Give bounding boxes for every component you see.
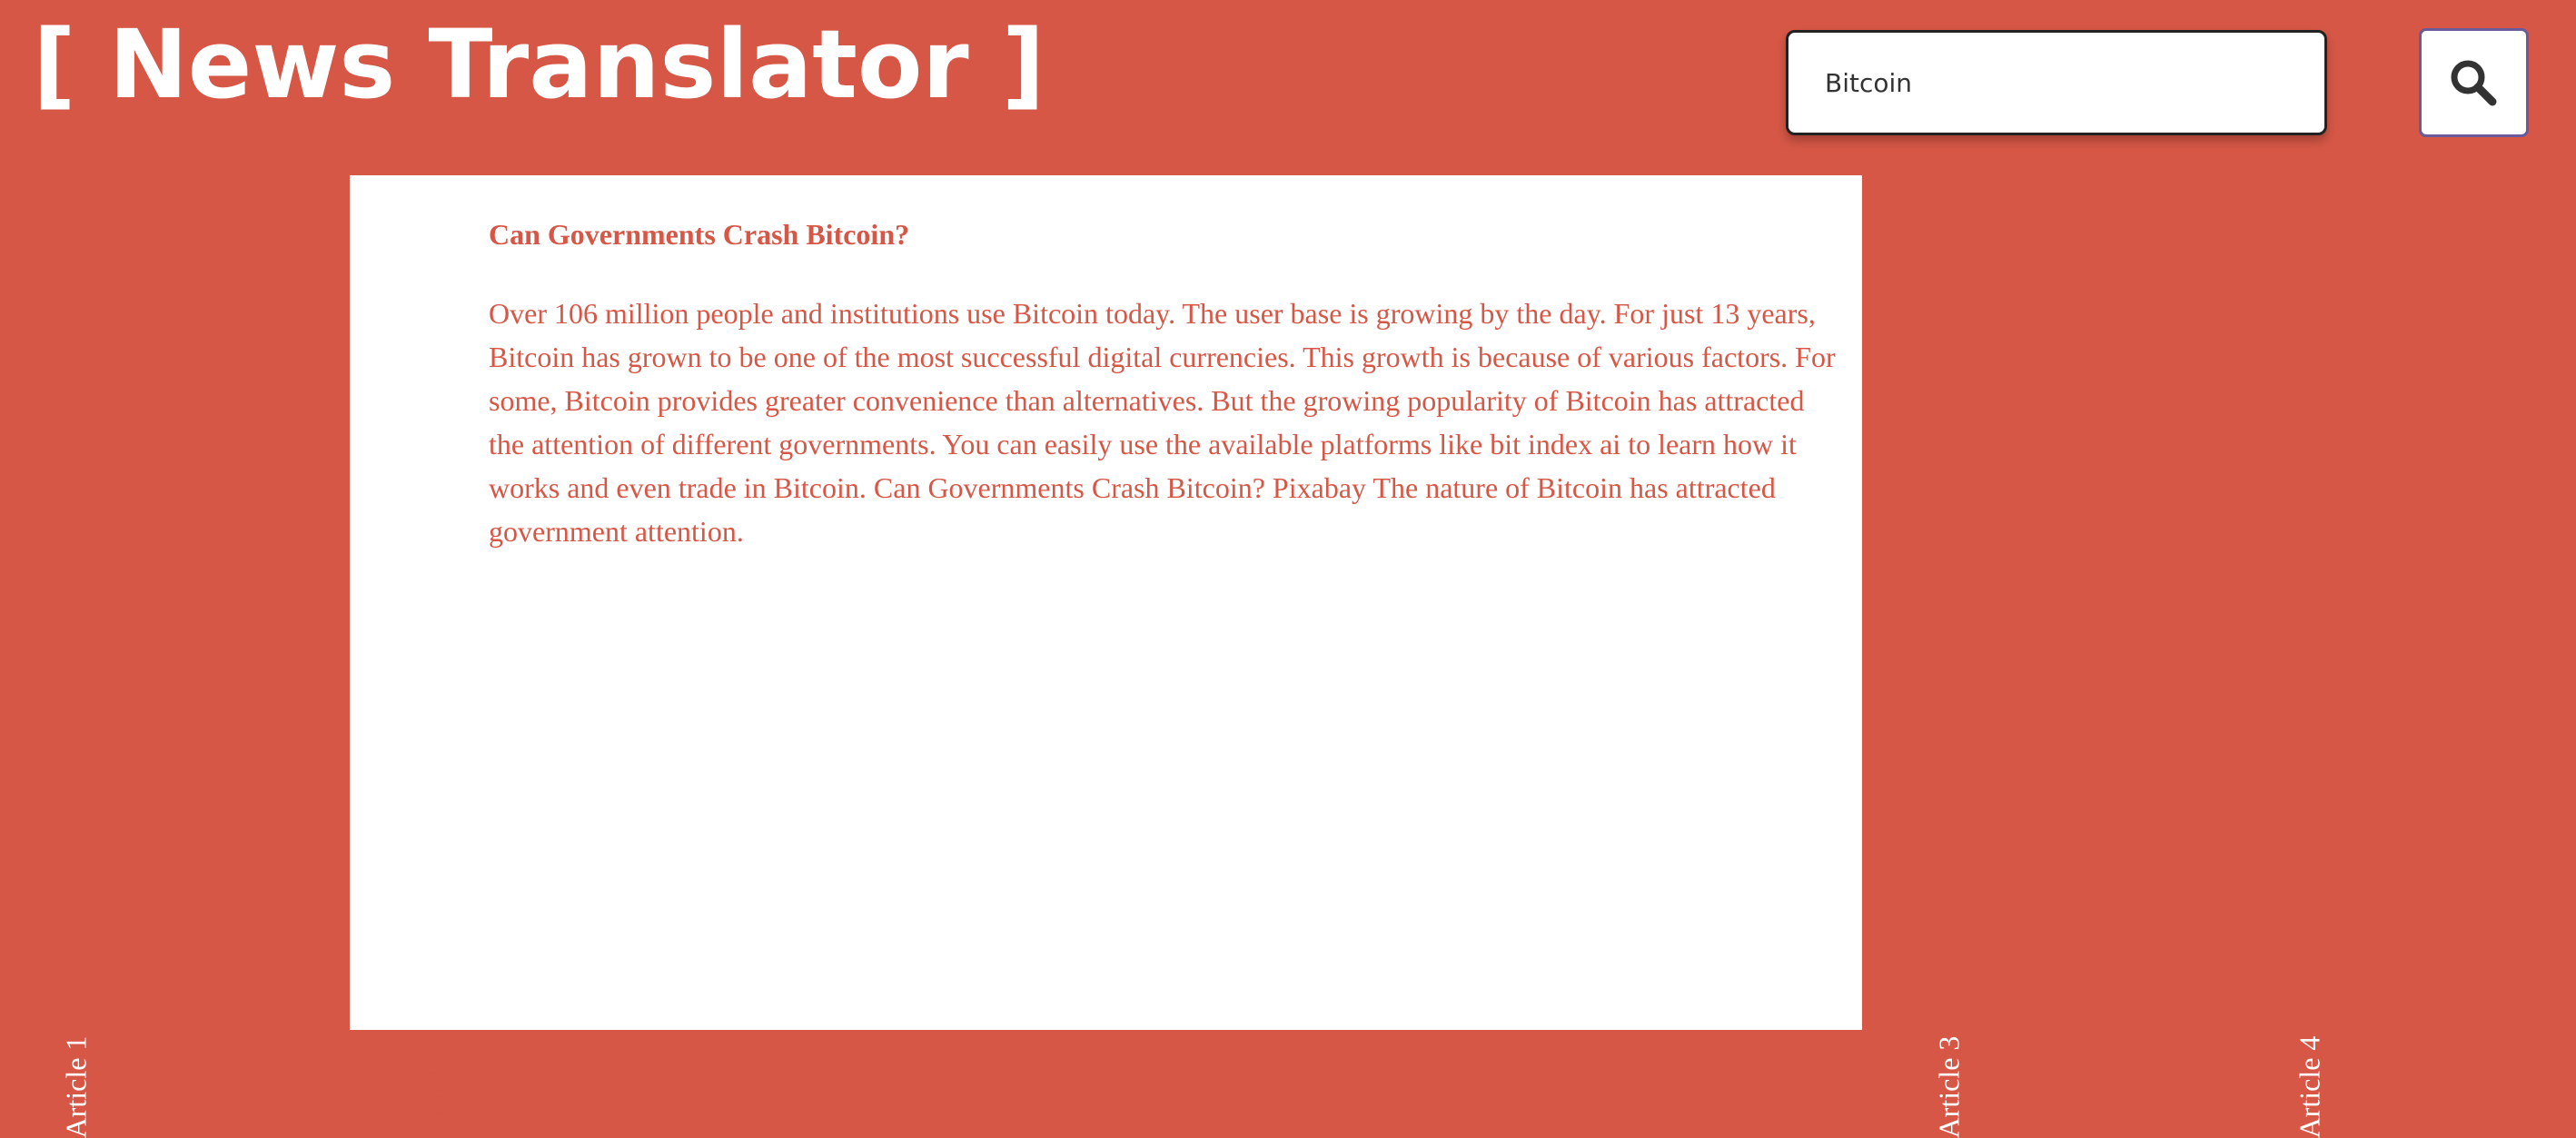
tab-article-1[interactable]: Article 1 [0, 175, 350, 1138]
search-input[interactable] [1786, 30, 2327, 135]
article-body: Over 106 million people and institutions… [489, 297, 1836, 548]
tab-label: Article 2 [420, 1035, 453, 1138]
search-button[interactable] [2419, 28, 2529, 137]
tab-label: Article 1 [59, 1035, 93, 1138]
search-icon [2451, 60, 2497, 106]
article-panel: Can Governments Crash Bitcoin? Over 106 … [350, 175, 1862, 1030]
tab-article-2[interactable]: Article 2 [350, 175, 531, 1138]
tab-label: Article 3 [1932, 1035, 1966, 1138]
tab-article-3[interactable]: Article 3 [1862, 175, 2219, 1138]
app-title: [ News Translator ] [33, 9, 1045, 120]
tab-article-4[interactable]: Article 4 [2219, 175, 2576, 1138]
tab-label: Article 4 [2293, 1035, 2326, 1138]
article-title: Can Governments Crash Bitcoin? [489, 218, 910, 251]
